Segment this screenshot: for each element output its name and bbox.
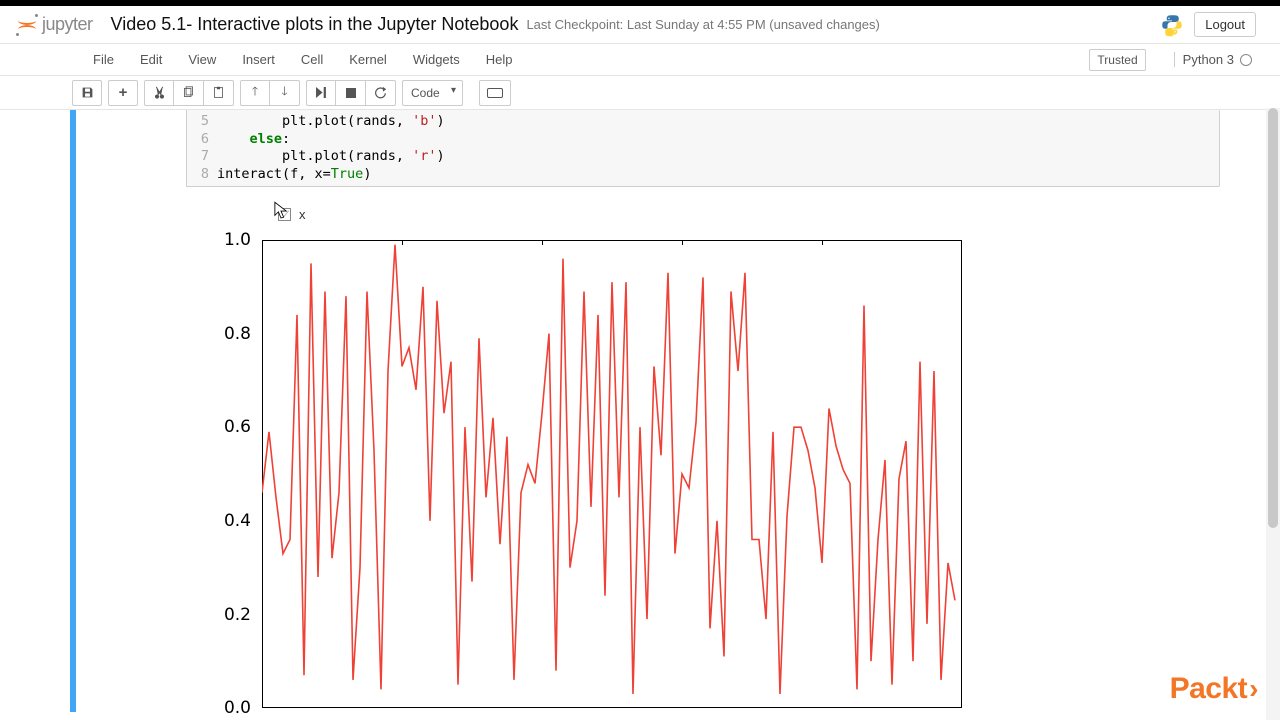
menu-view[interactable]: View xyxy=(175,46,229,73)
kernel-name: Python 3 xyxy=(1183,52,1234,67)
matplotlib-plot: 0.00.20.40.60.81.0 xyxy=(212,232,972,712)
notebook-title[interactable]: Video 5.1- Interactive plots in the Jupy… xyxy=(111,14,519,35)
add-cell-button[interactable]: + xyxy=(108,80,138,106)
code-line: interact(f, x=True) xyxy=(217,166,371,184)
interact-widget: x xyxy=(194,197,1220,232)
cell-prompt xyxy=(76,110,186,712)
packt-logo: Packt› xyxy=(1170,672,1258,706)
code-line: else: xyxy=(217,131,290,149)
cell-output: x 0.00.20.40.60.81.0 xyxy=(186,187,1220,712)
menu-insert[interactable]: Insert xyxy=(229,46,288,73)
y-tick-label: 0.8 xyxy=(209,324,251,344)
menu-cell[interactable]: Cell xyxy=(288,46,336,73)
y-tick-label: 1.0 xyxy=(209,230,251,250)
paste-button[interactable] xyxy=(204,80,234,106)
kernel-indicator[interactable]: Python 3 xyxy=(1174,52,1252,67)
y-tick-label: 0.4 xyxy=(209,511,251,531)
menu-kernel[interactable]: Kernel xyxy=(336,46,400,73)
command-palette-button[interactable] xyxy=(479,80,511,106)
x-checkbox-label: x xyxy=(299,207,306,222)
move-up-button[interactable]: 🡑 xyxy=(240,80,270,106)
toolbar: + 🡑 🡓 Code xyxy=(0,76,1280,110)
y-tick-label: 0.0 xyxy=(209,698,251,718)
kernel-idle-icon xyxy=(1240,54,1252,66)
x-checkbox[interactable] xyxy=(278,208,291,221)
code-line: plt.plot(rands, 'b') xyxy=(217,113,445,131)
scrollbar-thumb[interactable] xyxy=(1268,108,1278,528)
restart-button[interactable] xyxy=(366,80,396,106)
code-cell[interactable]: 5 plt.plot(rands, 'b')6 else:7 plt.plot(… xyxy=(70,110,1240,712)
menubar: FileEditViewInsertCellKernelWidgetsHelp … xyxy=(0,44,1280,76)
notebook-area: 5 plt.plot(rands, 'b')6 else:7 plt.plot(… xyxy=(0,110,1280,712)
trusted-indicator[interactable]: Trusted xyxy=(1089,49,1145,71)
jupyter-logo[interactable]: jupyter xyxy=(16,14,93,36)
jupyter-word: jupyter xyxy=(42,14,93,35)
scrollbar[interactable] xyxy=(1266,108,1280,720)
plot-line xyxy=(262,240,962,708)
cut-button[interactable] xyxy=(144,80,174,106)
code-editor[interactable]: 5 plt.plot(rands, 'b')6 else:7 plt.plot(… xyxy=(186,110,1220,187)
logout-button[interactable]: Logout xyxy=(1194,12,1256,37)
header: jupyter Video 5.1- Interactive plots in … xyxy=(0,6,1280,44)
menu-help[interactable]: Help xyxy=(473,46,526,73)
y-tick-label: 0.2 xyxy=(209,605,251,625)
save-button[interactable] xyxy=(72,80,102,106)
jupyter-icon xyxy=(16,14,38,36)
python-icon xyxy=(1160,13,1184,37)
run-button[interactable] xyxy=(306,80,336,106)
y-tick-label: 0.6 xyxy=(209,417,251,437)
move-down-button[interactable]: 🡓 xyxy=(270,80,300,106)
menu-file[interactable]: File xyxy=(80,46,127,73)
celltype-select[interactable]: Code xyxy=(402,80,463,106)
keyboard-icon xyxy=(487,88,503,98)
menu-edit[interactable]: Edit xyxy=(127,46,175,73)
copy-button[interactable] xyxy=(174,80,204,106)
interrupt-button[interactable] xyxy=(336,80,366,106)
code-line: plt.plot(rands, 'r') xyxy=(217,148,445,166)
menu-widgets[interactable]: Widgets xyxy=(400,46,473,73)
checkpoint-status: Last Checkpoint: Last Sunday at 4:55 PM … xyxy=(526,17,879,32)
